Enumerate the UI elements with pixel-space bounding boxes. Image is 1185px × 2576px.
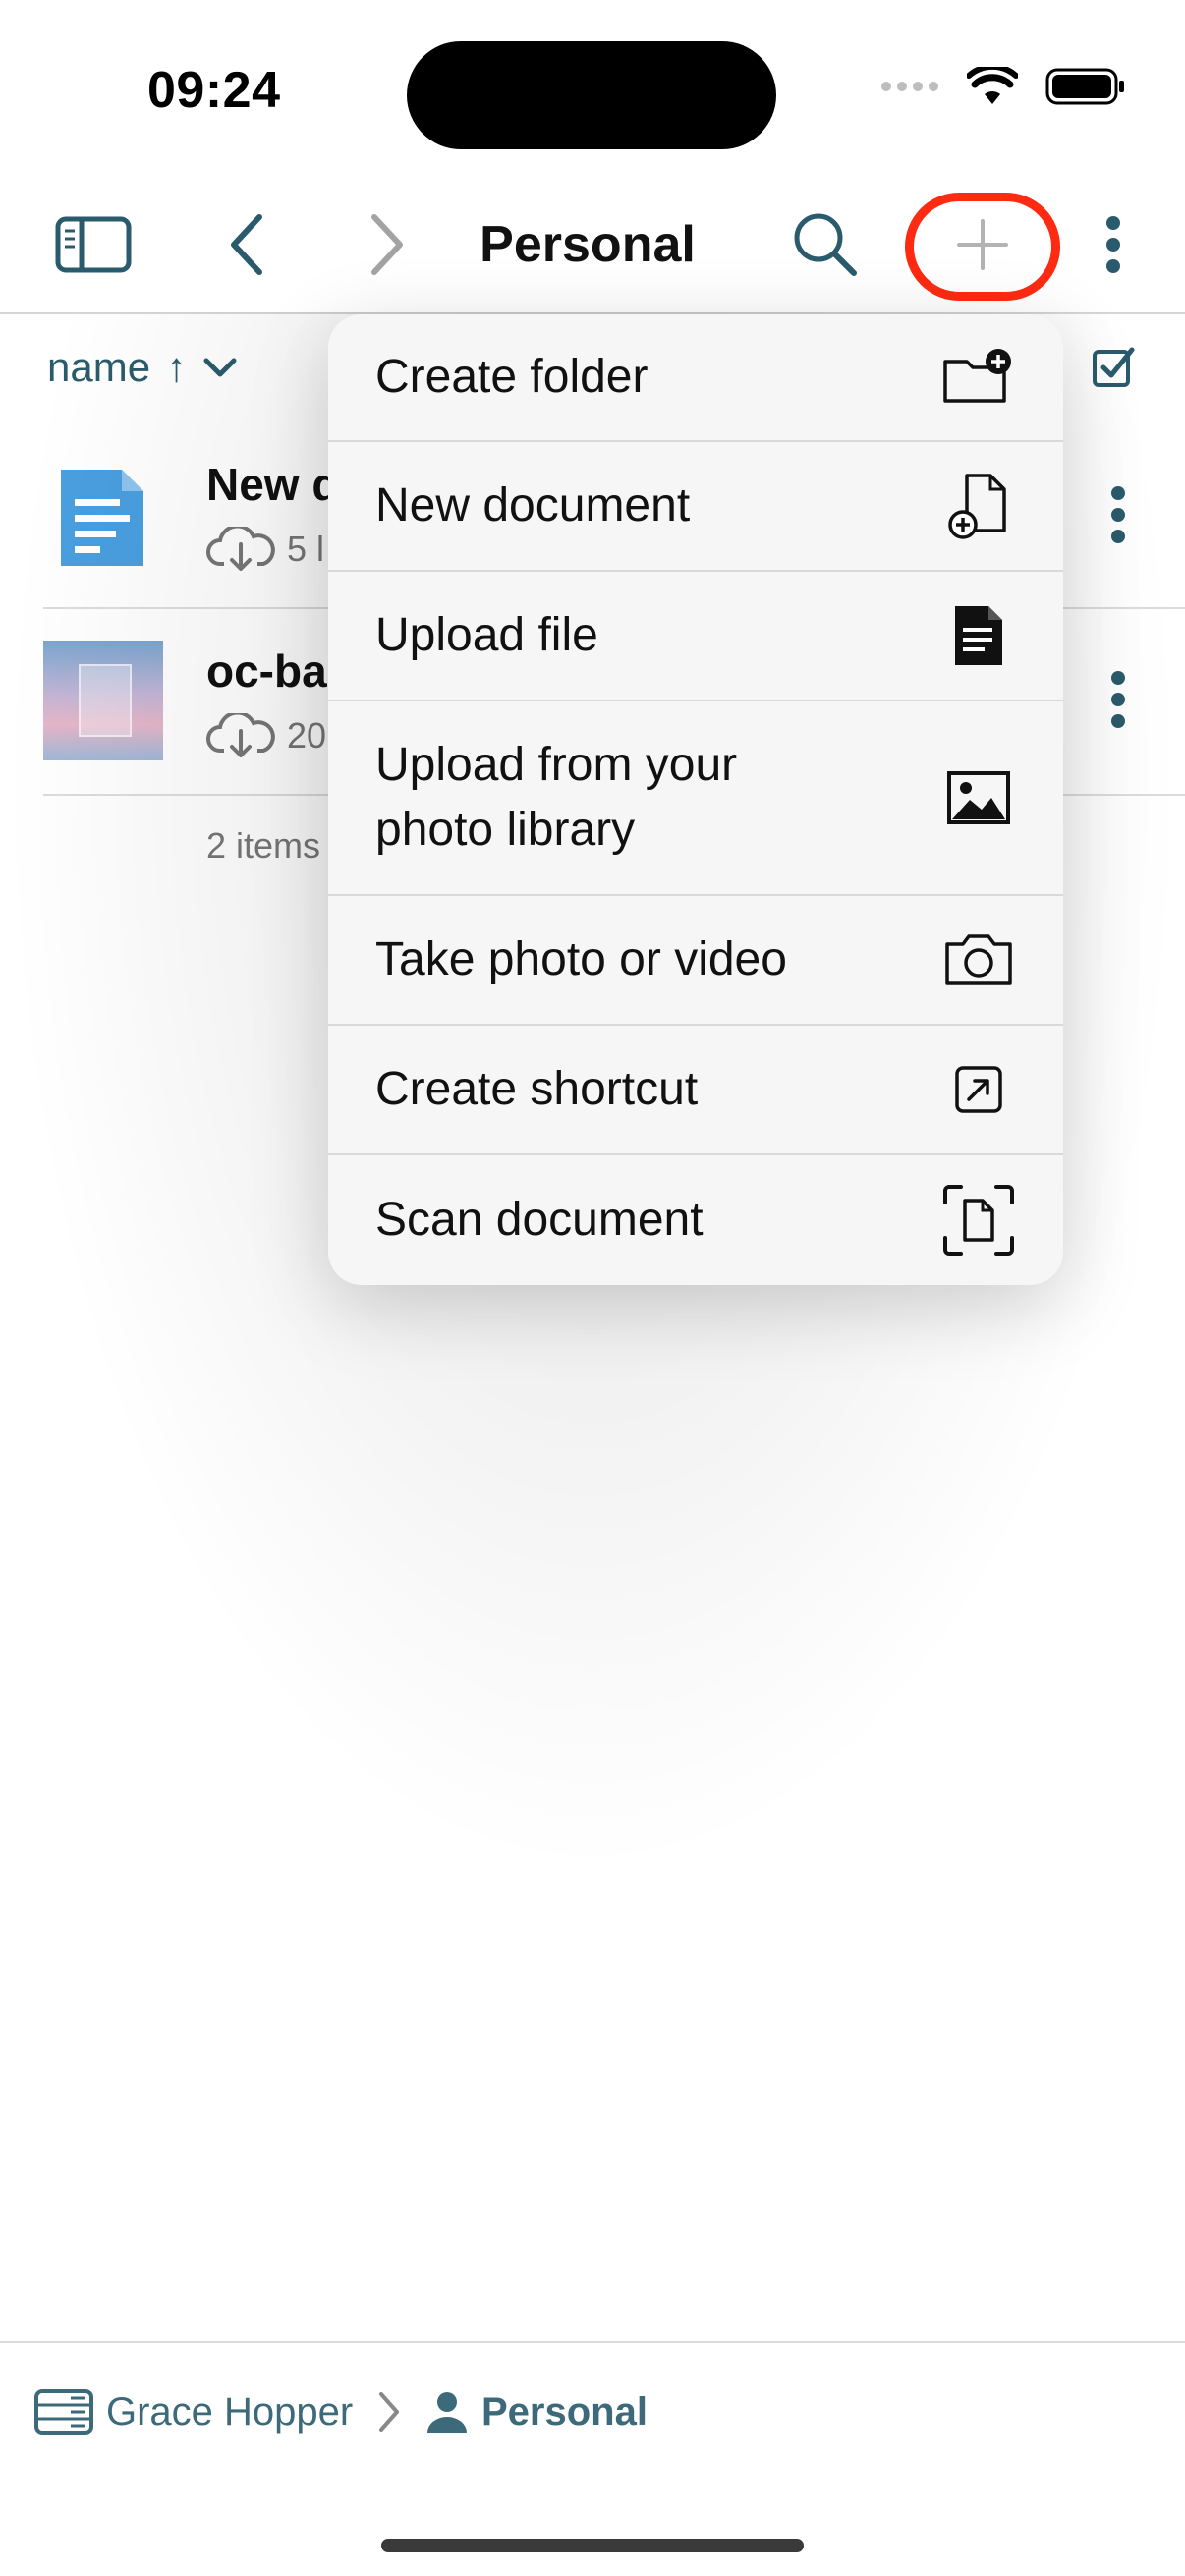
search-icon xyxy=(794,213,857,276)
item-count: 2 items xyxy=(206,825,321,866)
file-size: 20 xyxy=(287,715,327,756)
file-meta: 20 xyxy=(206,713,326,758)
cloud-download-icon xyxy=(206,713,275,757)
menu-item-create-folder[interactable]: Create folder xyxy=(328,314,1063,442)
document-plus-icon xyxy=(941,469,1016,543)
file-meta: 5 l xyxy=(206,527,324,572)
forward-button[interactable] xyxy=(339,177,437,312)
shortcut-arrow-icon xyxy=(941,1052,1016,1127)
sort-label: name xyxy=(47,344,151,390)
file-name: New d xyxy=(206,459,340,510)
breadcrumb-server-label: Grace Hopper xyxy=(106,2389,354,2434)
sort-button[interactable]: name ↑ xyxy=(47,344,238,391)
file-text-icon xyxy=(941,598,1016,673)
sidebar-toggle-button[interactable] xyxy=(39,177,147,312)
more-options-button[interactable] xyxy=(1081,177,1146,312)
menu-item-upload-photo-library[interactable]: Upload from your photo library xyxy=(328,701,1063,896)
back-button[interactable] xyxy=(197,177,295,312)
status-time: 09:24 xyxy=(147,62,281,119)
file-size: 5 l xyxy=(287,529,325,569)
menu-item-label: Upload file xyxy=(375,609,598,661)
menu-item-label: Create shortcut xyxy=(375,1063,699,1115)
document-file-icon xyxy=(61,470,143,566)
camera-icon xyxy=(941,923,1016,997)
more-vertical-icon xyxy=(1106,216,1120,273)
folder-plus-icon xyxy=(941,340,1016,415)
menu-item-upload-file[interactable]: Upload file xyxy=(328,572,1063,701)
cloud-download-icon xyxy=(206,527,275,571)
breadcrumb-current[interactable]: Personal xyxy=(424,2343,648,2481)
more-vertical-icon xyxy=(1111,486,1125,543)
scan-document-icon xyxy=(941,1183,1016,1258)
menu-item-new-document[interactable]: New document xyxy=(328,442,1063,572)
menu-item-take-photo-video[interactable]: Take photo or video xyxy=(328,896,1063,1026)
sidebar-icon xyxy=(55,216,132,273)
status-icons xyxy=(880,67,1126,106)
menu-item-scan-document[interactable]: Scan document xyxy=(328,1155,1063,1285)
breadcrumb-current-label: Personal xyxy=(481,2389,648,2434)
page-title-text: Personal xyxy=(480,216,696,273)
chevron-right-icon xyxy=(371,214,403,275)
file-more-button[interactable] xyxy=(1108,485,1128,549)
menu-item-label: New document xyxy=(375,479,691,532)
add-menu: Create folder New document Upload file U… xyxy=(328,314,1063,1285)
wifi-icon xyxy=(967,67,1018,104)
breadcrumb-server[interactable]: Grace Hopper xyxy=(33,2343,353,2481)
checkbox-icon xyxy=(1093,347,1135,387)
photo-icon xyxy=(941,760,1016,835)
chevron-right-icon xyxy=(379,2392,399,2432)
image-thumbnail xyxy=(43,641,163,760)
menu-item-label: Upload from your photo library xyxy=(375,739,738,856)
menu-item-label: Create folder xyxy=(375,351,649,403)
person-icon xyxy=(427,2392,467,2433)
search-button[interactable] xyxy=(776,177,875,312)
navigation-bar: Personal xyxy=(0,177,1185,314)
select-mode-button[interactable] xyxy=(1091,344,1136,394)
menu-item-create-shortcut[interactable]: Create shortcut xyxy=(328,1026,1063,1155)
chevron-left-icon xyxy=(231,214,262,275)
battery-icon xyxy=(1045,68,1124,105)
server-icon xyxy=(34,2389,93,2435)
menu-item-label: Take photo or video xyxy=(375,933,787,985)
dynamic-island xyxy=(407,41,776,149)
highlight-ring xyxy=(905,193,1060,301)
signal-dots-icon xyxy=(881,82,938,91)
file-more-button[interactable] xyxy=(1108,670,1128,734)
chevron-down-icon xyxy=(203,358,237,377)
file-name: oc-ba xyxy=(206,645,327,697)
more-vertical-icon xyxy=(1111,671,1125,728)
thumbnail-decoration xyxy=(79,664,132,737)
home-indicator[interactable] xyxy=(381,2539,804,2552)
breadcrumb-separator xyxy=(375,2343,403,2481)
sort-direction: ↑ xyxy=(166,344,188,390)
menu-item-label: Scan document xyxy=(375,1194,704,1246)
breadcrumb: Grace Hopper Personal xyxy=(0,2341,1185,2481)
